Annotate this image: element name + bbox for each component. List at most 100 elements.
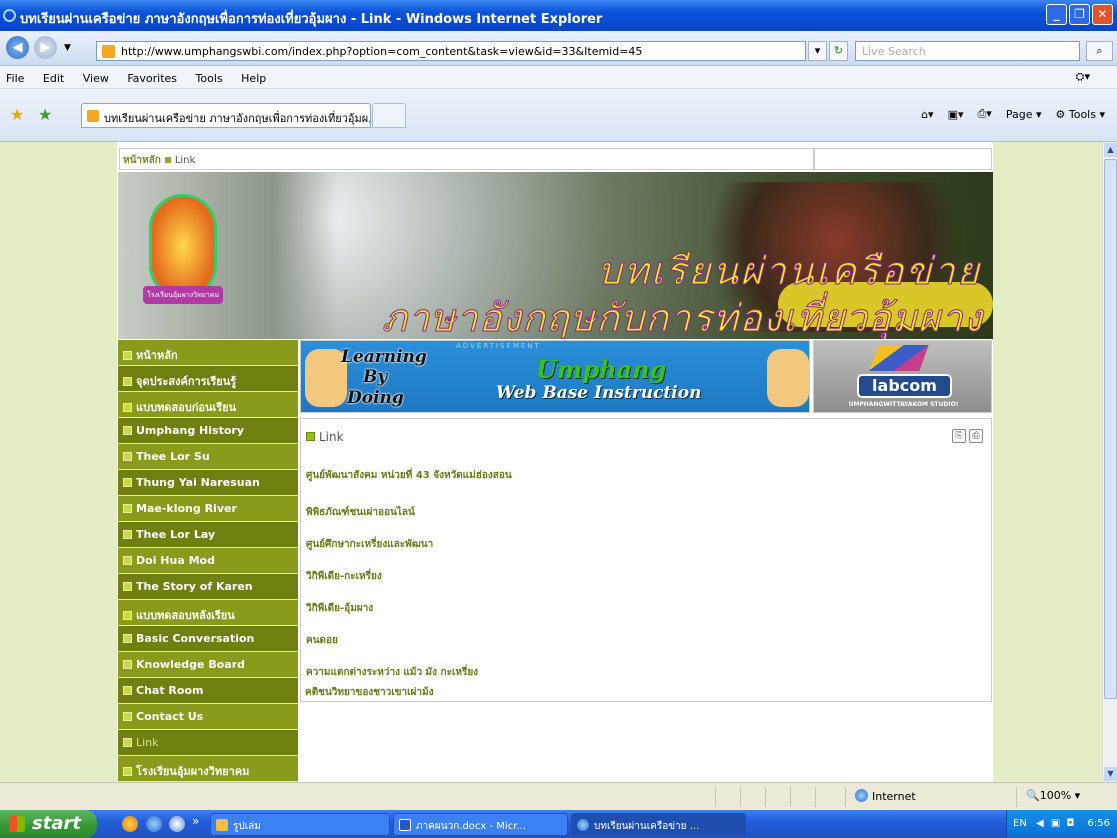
tools-menu[interactable]: ⚙ Tools ▾ xyxy=(1056,108,1106,121)
sidebar-item-mae-klong[interactable]: Mae-klong River xyxy=(118,496,298,522)
link-item[interactable]: ความแตกต่างระหว่าง แม้ว มัง กะเหรี่ยง xyxy=(306,665,478,680)
zoom-control[interactable]: 🔍100% ▾ xyxy=(1026,789,1080,802)
sidebar-item-story-of-karen[interactable]: The Story of Karen xyxy=(118,574,298,600)
sidebar-item-thee-lor-su[interactable]: Thee Lor Su xyxy=(118,444,298,470)
url-input[interactable]: http://www.umphangswbi.com/index.php?opt… xyxy=(96,41,806,61)
add-favorites-icon[interactable]: ★ xyxy=(38,105,52,124)
new-tab-button[interactable] xyxy=(372,103,406,128)
bullet-icon xyxy=(123,582,132,591)
forward-button[interactable]: ▶ xyxy=(34,36,57,59)
menu-favorites[interactable]: Favorites xyxy=(127,72,177,85)
taskbar-item-ie[interactable]: บทเรียนผ่านเครือข่าย ... xyxy=(571,813,746,836)
bullet-icon xyxy=(123,452,132,461)
link-item[interactable]: คนดอย xyxy=(306,633,338,648)
sidebar-item-basic-conversation[interactable]: Basic Conversation xyxy=(118,626,298,652)
title-bullet-icon xyxy=(306,432,315,441)
sidebar-item-contact-us[interactable]: Contact Us xyxy=(118,704,298,730)
search-input[interactable]: Live Search xyxy=(855,41,1080,61)
language-indicator[interactable]: EN xyxy=(1013,818,1027,829)
menu-tools[interactable]: Tools xyxy=(196,72,223,85)
sidebar-item-chat-room[interactable]: Chat Room xyxy=(118,678,298,704)
tray-sound-icon[interactable]: ◘ xyxy=(1067,818,1075,829)
taskbar: start » รูปเล่ม ภาคผนวก.docx - Micr... บ… xyxy=(0,810,1117,838)
bullet-icon xyxy=(123,504,132,513)
sidebar-item-label: Mae-klong River xyxy=(136,502,237,515)
pdf-icon[interactable]: ⎘ xyxy=(952,429,966,443)
tools-menu-label: Tools xyxy=(1068,107,1096,121)
address-bar: ◀ ▶ ▼ http://www.umphangswbi.com/index.p… xyxy=(0,31,1117,66)
close-button[interactable]: ✕ xyxy=(1092,4,1113,25)
scroll-up-icon[interactable]: ▲ xyxy=(1104,143,1117,157)
home-icon[interactable]: ⌂▾ xyxy=(921,108,934,121)
translate-icon[interactable]: ⛭▾ xyxy=(1076,70,1090,84)
sidebar-item-thung-yai[interactable]: Thung Yai Naresuan xyxy=(118,470,298,496)
sidebar-item-pretest[interactable]: แบบทดสอบก่อนเรียน xyxy=(118,392,298,418)
tab-current[interactable]: บทเรียนผ่านเครือข่าย ภาษาอังกฤษเพื่อการท… xyxy=(81,103,371,128)
menu-view[interactable]: View xyxy=(83,72,109,85)
article-title-text: Link xyxy=(319,430,344,444)
link-item[interactable]: วิกิพีเดีย-อุ้มผาง xyxy=(306,601,373,616)
tray-network-icon[interactable]: ▣ xyxy=(1051,818,1060,829)
link-item[interactable]: ศูนย์พัฒนาสังคม หน่วยที่ 43 จังหวัดแม่ฮ่… xyxy=(306,468,512,483)
print-icon[interactable]: ⎙ xyxy=(969,429,983,443)
bullet-icon xyxy=(123,478,132,487)
page-menu-label: Page xyxy=(1005,107,1033,121)
link-item[interactable]: พิพิธภัณฑ์ชนเผ่าออนไลน์ xyxy=(306,505,415,520)
search-icon[interactable]: ⌕ xyxy=(1086,41,1113,61)
sidebar-item-home[interactable]: หน้าหลัก xyxy=(118,340,298,366)
globe-icon xyxy=(855,789,868,802)
url-dropdown-button[interactable]: ▾ xyxy=(808,41,827,61)
emblem-ribbon: โรงเรียนอุ้มผางวิทยาคม xyxy=(143,286,223,304)
sidebar-item-doi-hua-mod[interactable]: Doi Hua Mod xyxy=(118,548,298,574)
bullet-icon xyxy=(123,377,132,386)
menu-bar: File Edit View Favorites Tools Help ⛭▾ xyxy=(0,66,1117,89)
quicklaunch-media-icon[interactable] xyxy=(169,816,185,832)
ad-by: By xyxy=(363,367,388,387)
bullet-icon xyxy=(123,556,132,565)
menu-file[interactable]: File xyxy=(6,72,24,85)
menu-help[interactable]: Help xyxy=(241,72,266,85)
scroll-thumb[interactable] xyxy=(1104,159,1117,699)
bullet-icon xyxy=(123,738,132,747)
start-button[interactable]: start xyxy=(0,810,97,838)
status-divider xyxy=(1016,787,1017,807)
taskbar-item-word[interactable]: ภาคผนวก.docx - Micr... xyxy=(393,813,568,836)
link-item[interactable]: ศูนย์ศึกษากะเหรี่ยงและพัฒนา xyxy=(306,537,433,552)
link-item[interactable]: คติชนวิทยาของชาวเขาเผ่าม้ง xyxy=(305,685,433,700)
refresh-button[interactable]: ↻ xyxy=(829,41,848,61)
feeds-icon[interactable]: ▣▾ xyxy=(948,108,964,121)
quicklaunch-ie-icon[interactable] xyxy=(146,816,162,832)
sidebar-item-thee-lor-lay[interactable]: Thee Lor Lay xyxy=(118,522,298,548)
sidebar-item-posttest[interactable]: แบบทดสอบหลังเรียน xyxy=(118,600,298,626)
sidebar-item-label: โรงเรียนอุ้มผางวิทยาคม xyxy=(136,765,250,778)
quicklaunch-more-icon[interactable]: » xyxy=(192,814,199,828)
labcom-ad[interactable]: labcom UMPHANGWITTAYAKOM STUDIO! xyxy=(813,340,992,413)
breadcrumb-separator-icon xyxy=(164,157,171,163)
tray-arrow-icon[interactable]: ◀ xyxy=(1036,818,1044,829)
bullet-icon xyxy=(123,426,132,435)
history-dropdown-icon[interactable]: ▼ xyxy=(64,43,71,53)
back-button[interactable]: ◀ xyxy=(6,36,29,59)
minimize-button[interactable]: _ xyxy=(1046,4,1067,25)
favorites-star-icon[interactable]: ★ xyxy=(10,105,24,124)
sidebar-item-link[interactable]: Link xyxy=(118,730,298,756)
site-search-box[interactable] xyxy=(814,148,992,170)
print-icon[interactable]: ⎙▾ xyxy=(978,107,992,121)
start-label: start xyxy=(32,813,81,834)
link-item[interactable]: วิกิพีเดีย-กะเหรี่ยง xyxy=(306,569,382,584)
sidebar-item-school[interactable]: โรงเรียนอุ้มผางวิทยาคม xyxy=(118,756,298,782)
umphang-ad-banner[interactable]: ADVERTISEMENT Learning By Doing Umphang … xyxy=(300,340,810,413)
bullet-icon xyxy=(123,351,132,360)
sidebar-item-umphang-history[interactable]: Umphang History xyxy=(118,418,298,444)
sidebar-item-label: Basic Conversation xyxy=(136,632,255,645)
vertical-scrollbar[interactable]: ▲ ▼ xyxy=(1102,142,1117,782)
quicklaunch-firefox-icon[interactable] xyxy=(122,816,138,832)
maximize-button[interactable]: ❐ xyxy=(1069,4,1090,25)
sidebar-item-objectives[interactable]: จุดประสงค์การเรียนรู้ xyxy=(118,366,298,392)
breadcrumb-home[interactable]: หน้าหลัก xyxy=(123,155,161,166)
page-menu[interactable]: Page ▾ xyxy=(1006,108,1042,121)
menu-edit[interactable]: Edit xyxy=(43,72,64,85)
taskbar-item-folder[interactable]: รูปเล่ม xyxy=(210,813,390,836)
scroll-down-icon[interactable]: ▼ xyxy=(1104,767,1117,781)
sidebar-item-knowledge-board[interactable]: Knowledge Board xyxy=(118,652,298,678)
